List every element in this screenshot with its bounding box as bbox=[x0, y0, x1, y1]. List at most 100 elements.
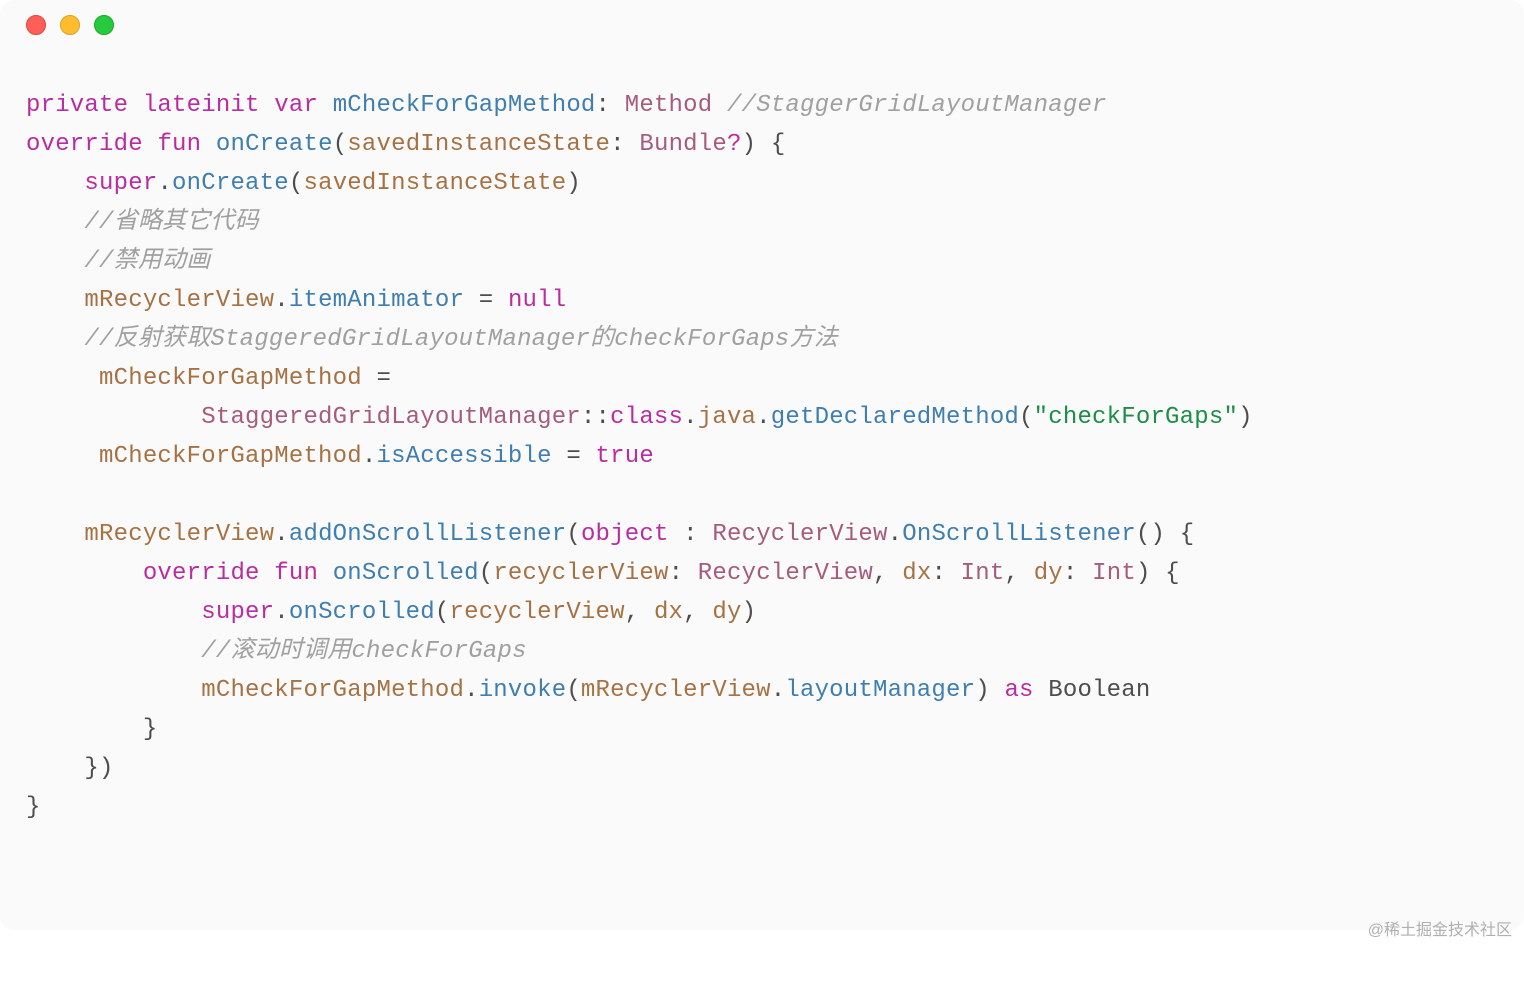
brace: { bbox=[1165, 560, 1180, 587]
colon: : bbox=[931, 560, 946, 587]
maximize-icon[interactable] bbox=[94, 15, 114, 35]
keyword: override bbox=[26, 131, 143, 158]
paren: ( bbox=[479, 560, 494, 587]
keyword: class bbox=[610, 404, 683, 431]
dcolon: :: bbox=[581, 404, 610, 431]
class-name: StaggeredGridLayoutManager bbox=[201, 404, 581, 431]
comment: //滚动时调用checkForGaps bbox=[201, 638, 526, 665]
method-call: addOnScrollListener bbox=[289, 521, 566, 548]
type: Method bbox=[625, 92, 713, 119]
type: Int bbox=[961, 560, 1005, 587]
function-name: onScrolled bbox=[333, 560, 479, 587]
string-literal: "checkForGaps" bbox=[1034, 404, 1238, 431]
property: layoutManager bbox=[785, 677, 975, 704]
param: dy bbox=[1034, 560, 1063, 587]
method-call: onCreate bbox=[172, 170, 289, 197]
comma: , bbox=[873, 560, 888, 587]
keyword: super bbox=[201, 599, 274, 626]
keyword: lateinit bbox=[143, 92, 260, 119]
dot: . bbox=[274, 599, 289, 626]
close-icon[interactable] bbox=[26, 15, 46, 35]
dot: . bbox=[464, 677, 479, 704]
comma: , bbox=[625, 599, 640, 626]
type: RecyclerView bbox=[698, 560, 873, 587]
keyword: super bbox=[84, 170, 157, 197]
nullable: ? bbox=[727, 131, 742, 158]
keyword: object bbox=[581, 521, 669, 548]
paren: ( bbox=[566, 677, 581, 704]
identifier: mCheckForGapMethod bbox=[201, 677, 464, 704]
method-call: onScrolled bbox=[289, 599, 435, 626]
type: RecyclerView bbox=[712, 521, 887, 548]
brace: }) bbox=[84, 755, 113, 782]
code-block: private lateinit var mCheckForGapMethod:… bbox=[0, 50, 1524, 853]
brace: } bbox=[26, 794, 41, 821]
keyword-null: null bbox=[508, 287, 566, 314]
minimize-icon[interactable] bbox=[60, 15, 80, 35]
colon: : bbox=[610, 131, 625, 158]
arg: savedInstanceState bbox=[303, 170, 566, 197]
param: savedInstanceState bbox=[347, 131, 610, 158]
paren: () bbox=[1136, 521, 1165, 548]
dot: . bbox=[756, 404, 771, 431]
arg: recyclerView bbox=[450, 599, 625, 626]
dot: . bbox=[274, 287, 289, 314]
paren: ( bbox=[435, 599, 450, 626]
function-name: onCreate bbox=[216, 131, 333, 158]
paren: ( bbox=[566, 521, 581, 548]
paren: ( bbox=[289, 170, 304, 197]
paren: ) bbox=[975, 677, 990, 704]
paren: ( bbox=[1019, 404, 1034, 431]
brace: { bbox=[1180, 521, 1195, 548]
dot: . bbox=[157, 170, 172, 197]
arg: dy bbox=[712, 599, 741, 626]
comment: //禁用动画 bbox=[84, 248, 210, 275]
window-titlebar bbox=[0, 0, 1524, 50]
identifier: mRecyclerView bbox=[84, 521, 274, 548]
brace: } bbox=[143, 716, 158, 743]
method-call: getDeclaredMethod bbox=[771, 404, 1019, 431]
type: Boolean bbox=[1048, 677, 1150, 704]
comment: //StaggerGridLayoutManager bbox=[727, 92, 1107, 119]
colon: : bbox=[596, 92, 611, 119]
identifier: mCheckForGapMethod bbox=[333, 92, 596, 119]
keyword: fun bbox=[274, 560, 318, 587]
colon: : bbox=[669, 560, 684, 587]
keyword: as bbox=[1004, 677, 1033, 704]
brace: { bbox=[771, 131, 786, 158]
paren: ) bbox=[1238, 404, 1253, 431]
comma: , bbox=[1004, 560, 1019, 587]
identifier: mCheckForGapMethod bbox=[99, 443, 362, 470]
comma: , bbox=[683, 599, 698, 626]
paren: ) bbox=[742, 131, 757, 158]
colon: : bbox=[683, 521, 698, 548]
property: isAccessible bbox=[376, 443, 551, 470]
type: OnScrollListener bbox=[902, 521, 1136, 548]
param: recyclerView bbox=[493, 560, 668, 587]
dot: . bbox=[888, 521, 903, 548]
eq: = bbox=[479, 287, 494, 314]
paren: ( bbox=[333, 131, 348, 158]
type: Bundle bbox=[639, 131, 727, 158]
dot: . bbox=[683, 404, 698, 431]
comment: //省略其它代码 bbox=[84, 209, 258, 236]
keyword: var bbox=[274, 92, 318, 119]
property: itemAnimator bbox=[289, 287, 464, 314]
keyword-true: true bbox=[596, 443, 654, 470]
comment: //反射获取StaggeredGridLayoutManager的checkFo… bbox=[84, 326, 838, 353]
arg: dx bbox=[654, 599, 683, 626]
property: java bbox=[698, 404, 756, 431]
eq: = bbox=[566, 443, 581, 470]
eq: = bbox=[376, 365, 391, 392]
dot: . bbox=[274, 521, 289, 548]
paren: ) bbox=[742, 599, 757, 626]
keyword: fun bbox=[157, 131, 201, 158]
code-window: private lateinit var mCheckForGapMethod:… bbox=[0, 0, 1524, 930]
method-call: invoke bbox=[479, 677, 567, 704]
dot: . bbox=[362, 443, 377, 470]
dot: . bbox=[771, 677, 786, 704]
watermark-text: @稀土掘金技术社区 bbox=[1368, 916, 1512, 940]
identifier: mCheckForGapMethod bbox=[99, 365, 362, 392]
paren: ) bbox=[1136, 560, 1151, 587]
paren: ) bbox=[566, 170, 581, 197]
